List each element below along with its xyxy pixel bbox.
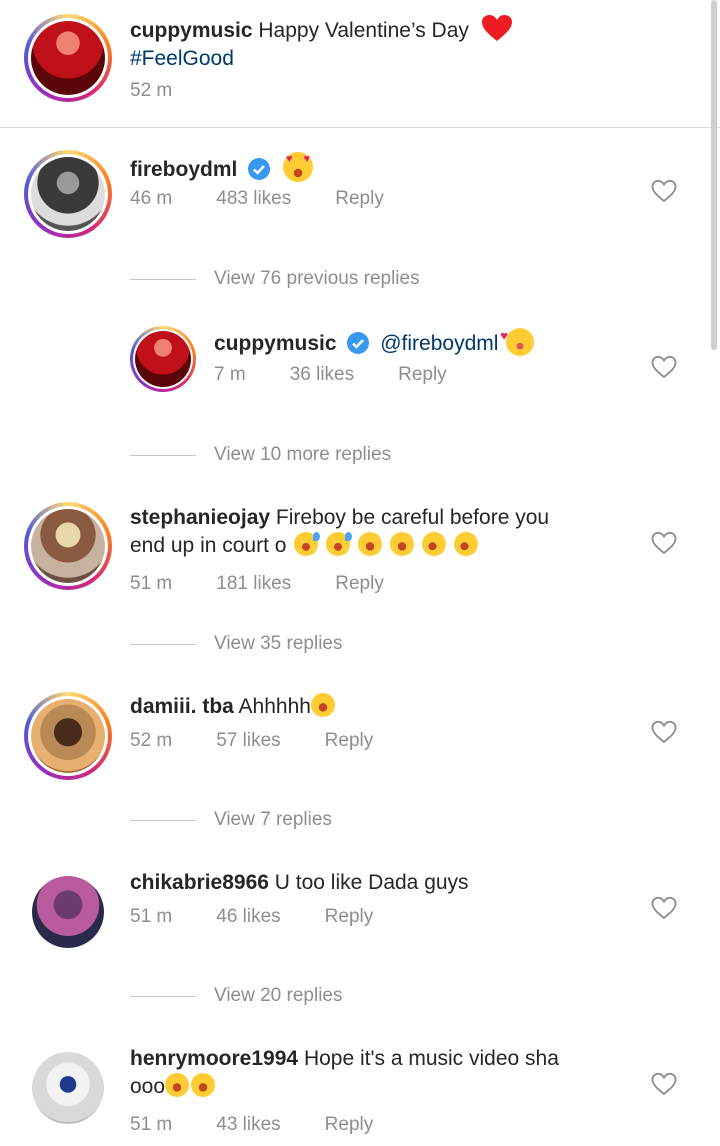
heart-eyes-emoji-icon — [283, 152, 314, 182]
joy-emoji-icon — [310, 693, 335, 717]
view-replies-label: View 7 replies — [214, 809, 332, 830]
scrollbar[interactable] — [711, 0, 717, 350]
comment-username[interactable]: chikabrie8966 — [130, 871, 269, 894]
view-replies-button[interactable]: View 7 replies — [130, 809, 332, 831]
view-replies-label: View 10 more replies — [214, 444, 392, 465]
timestamp: 51 m — [130, 1114, 173, 1135]
timestamp: 46 m — [130, 188, 173, 209]
joy-emoji-icon — [191, 1073, 216, 1097]
view-replies-button[interactable]: View 76 previous replies — [130, 268, 420, 290]
avatar[interactable] — [24, 150, 112, 238]
comment-text: henrymoore1994 Hope it's a music video s… — [130, 1045, 630, 1101]
comment-text: damiii. tba Ahhhhh — [130, 693, 335, 721]
comment-username[interactable]: henrymoore1994 — [130, 1047, 298, 1070]
comment-body: end up in court o — [130, 534, 287, 557]
avatar[interactable] — [130, 326, 196, 392]
rofl-emoji-icon — [417, 527, 451, 561]
caption-hashtag[interactable]: #FeelGood — [130, 47, 234, 70]
likes-count[interactable]: 36 likes — [290, 364, 354, 385]
rofl-emoji-icon — [449, 527, 482, 561]
reply-button[interactable]: Reply — [325, 730, 374, 751]
like-heart-icon[interactable] — [651, 1072, 677, 1096]
view-more-replies-button[interactable]: View 10 more replies — [130, 444, 391, 466]
sweat-smile-emoji-icon — [294, 532, 321, 556]
view-replies-button[interactable]: View 35 replies — [130, 633, 343, 655]
comment-username[interactable]: damiii. tba — [130, 695, 234, 718]
reply-button[interactable]: Reply — [335, 188, 384, 209]
reply-button[interactable]: Reply — [325, 906, 374, 927]
likes-count[interactable]: 483 likes — [216, 188, 291, 209]
view-replies-label: View 76 previous replies — [214, 268, 420, 289]
timestamp: 7 m — [214, 364, 246, 385]
comment-meta: 51 m 181 likes Reply — [130, 573, 384, 595]
likes-count[interactable]: 181 likes — [216, 573, 291, 594]
like-heart-icon[interactable] — [651, 531, 677, 555]
caption-text: cuppymusic Happy Valentine’s Day #FeelGo… — [130, 14, 650, 73]
avatar[interactable] — [24, 502, 112, 590]
avatar[interactable] — [24, 692, 112, 780]
mention-link[interactable]: @fireboydml — [380, 332, 498, 355]
comment-body: Fireboy be careful before you — [275, 506, 550, 529]
reply-text: cuppymusic @fireboydml — [214, 322, 535, 358]
caption-time: 52 m — [130, 80, 172, 102]
like-heart-icon[interactable] — [651, 720, 677, 744]
comment-body: Ahhhhh — [238, 695, 311, 718]
comment-body: ooo — [130, 1075, 166, 1098]
likes-count[interactable]: 46 likes — [216, 906, 280, 927]
verified-badge-icon — [248, 158, 271, 180]
joy-emoji-icon — [389, 532, 414, 556]
like-heart-icon[interactable] — [651, 179, 677, 203]
comment-text: fireboydml — [130, 152, 314, 184]
avatar[interactable] — [24, 14, 112, 102]
joy-emoji-icon — [165, 1073, 190, 1097]
timestamp: 52 m — [130, 730, 173, 751]
likes-count[interactable]: 57 likes — [216, 730, 280, 751]
timestamp: 51 m — [130, 906, 173, 927]
timestamp: 52 m — [130, 80, 173, 101]
timestamp: 51 m — [130, 573, 173, 594]
like-heart-icon[interactable] — [651, 355, 677, 379]
comment-username[interactable]: fireboydml — [130, 158, 237, 181]
reply-button[interactable]: Reply — [325, 1114, 374, 1135]
post-caption: cuppymusic Happy Valentine’s Day #FeelGo… — [0, 0, 720, 128]
view-replies-button[interactable]: View 20 replies — [130, 985, 343, 1007]
likes-count[interactable]: 43 likes — [216, 1114, 280, 1135]
caption-username[interactable]: cuppymusic — [130, 19, 253, 42]
reply-button[interactable]: Reply — [398, 364, 447, 385]
caption-body: Happy Valentine’s Day — [258, 19, 469, 42]
comment-body: Hope it's a music video sha — [303, 1047, 559, 1070]
divider — [0, 127, 720, 128]
reply-meta: 7 m 36 likes Reply — [214, 364, 447, 386]
comment-meta: 52 m 57 likes Reply — [130, 730, 373, 752]
avatar[interactable] — [32, 876, 104, 948]
reply-username[interactable]: cuppymusic — [214, 332, 337, 355]
comment-text: chikabrie8966 U too like Dada guys — [130, 869, 469, 897]
comment-username[interactable]: stephanieojay — [130, 506, 270, 529]
like-heart-icon[interactable] — [651, 896, 677, 920]
avatar[interactable] — [32, 1052, 104, 1124]
comment-meta: 51 m 46 likes Reply — [130, 906, 373, 928]
verified-badge-icon — [347, 332, 370, 354]
comment-body: U too like Dada guys — [274, 871, 469, 894]
view-replies-label: View 35 replies — [214, 633, 343, 654]
comment-meta: 51 m 43 likes Reply — [130, 1114, 373, 1136]
reply-button[interactable]: Reply — [335, 573, 384, 594]
smiling-face-with-hearts-emoji-icon — [500, 322, 535, 356]
joy-emoji-icon — [357, 532, 382, 556]
view-replies-label: View 20 replies — [214, 985, 343, 1006]
comment-meta: 46 m 483 likes Reply — [130, 188, 384, 210]
comment-text: stephanieojay Fireboy be careful before … — [130, 504, 620, 561]
sweat-smile-emoji-icon — [326, 532, 353, 556]
red-heart-emoji-icon — [481, 15, 512, 41]
